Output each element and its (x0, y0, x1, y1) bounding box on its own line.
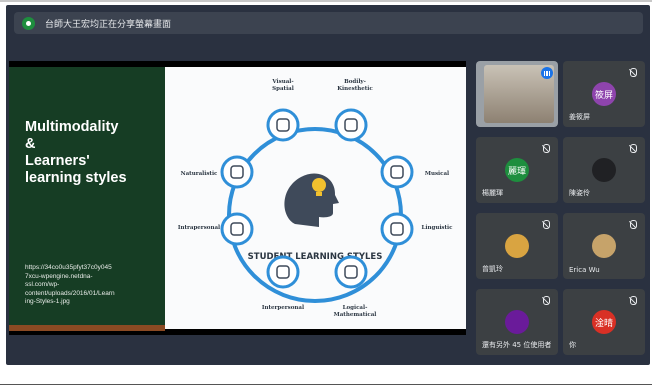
participant-name: 楊麗琿 (482, 189, 503, 197)
calculator-node: Logical-Mathematical (334, 255, 377, 318)
avatar (505, 234, 529, 258)
mic-off-icon (630, 144, 637, 153)
avatar (505, 310, 529, 334)
presenting-banner: 台師大王宏均正在分享螢幕畫面 (14, 12, 643, 34)
participant-name: 你 (569, 341, 576, 349)
top-divider (0, 0, 652, 2)
speaking-indicator-icon (541, 67, 553, 79)
hands-plant-node: Naturalistic (181, 155, 254, 189)
participant-name: 曾凱玲 (482, 265, 503, 273)
style-label: Linguistic (422, 225, 454, 231)
participant-tile[interactable]: 筱屏 姜筱屏 (563, 61, 645, 127)
running-figure-node: Bodily-Kinesthetic (334, 79, 373, 142)
presenting-banner-text: 台師大王宏均正在分享螢幕畫面 (45, 19, 172, 30)
participant-name: Erica Wu (569, 266, 600, 274)
participant-tile[interactable]: 還有另外 45 位使用者 (476, 289, 558, 355)
avatar (592, 234, 616, 258)
style-label: Logical-Mathematical (334, 305, 377, 318)
participant-tile[interactable]: 曾凱玲 (476, 213, 558, 279)
avatar: 麗琿 (505, 158, 529, 182)
slide-title: Multimodality & Learners' learning style… (25, 119, 127, 186)
style-label: Visual-Spatial (271, 79, 293, 92)
style-label: Bodily-Kinesthetic (337, 79, 373, 92)
style-label: Interpersonal (262, 305, 304, 311)
style-label: Musical (425, 171, 449, 177)
mic-off-icon (630, 68, 637, 77)
participant-tile-video[interactable] (476, 61, 558, 127)
avatar: 筱屏 (592, 82, 616, 106)
avatar: 淦晴 (592, 310, 616, 334)
bottom-divider (0, 384, 652, 385)
participant-name: 陳姿伶 (569, 189, 590, 197)
participant-tile[interactable]: 陳姿伶 (563, 137, 645, 203)
style-label: Naturalistic (181, 171, 218, 177)
head-gears-node: Intrapersonal (178, 212, 254, 246)
learning-styles-svg: STUDENT LEARNING STYLES Visual-SpatialBo… (178, 79, 454, 318)
participant-tile[interactable]: 麗琿 楊麗琿 (476, 137, 558, 203)
group-node: Interpersonal (262, 255, 304, 311)
presenter-status-icon (22, 16, 35, 30)
shared-screen: Multimodality & Learners' learning style… (9, 61, 466, 335)
mic-off-icon (630, 296, 637, 305)
eye-node: Visual-Spatial (266, 79, 300, 142)
style-label: Intrapersonal (178, 225, 220, 231)
learning-styles-diagram: STUDENT LEARNING STYLES Visual-Spatial Bo… (165, 67, 466, 329)
mic-off-icon (543, 144, 550, 153)
slide-accent-bar (9, 325, 165, 331)
participant-tile[interactable]: 淦晴你 (563, 289, 645, 355)
speech-bubble-node: Linguistic (380, 212, 454, 246)
mic-off-icon (543, 296, 550, 305)
participant-tile[interactable]: Erica Wu (563, 213, 645, 279)
slide-bottom-bar (165, 329, 466, 335)
avatar (592, 158, 616, 182)
slide-source-url: https://34co0u35pfyt37c0y045 7xcu-wpengi… (25, 264, 115, 305)
participant-name: 還有另外 45 位使用者 (482, 341, 552, 349)
mic-off-icon (630, 220, 637, 229)
music-notes-node: Musical (380, 155, 449, 189)
mic-off-icon (543, 220, 550, 229)
student-head-icon (284, 173, 339, 227)
participant-name: 姜筱屏 (569, 113, 590, 121)
